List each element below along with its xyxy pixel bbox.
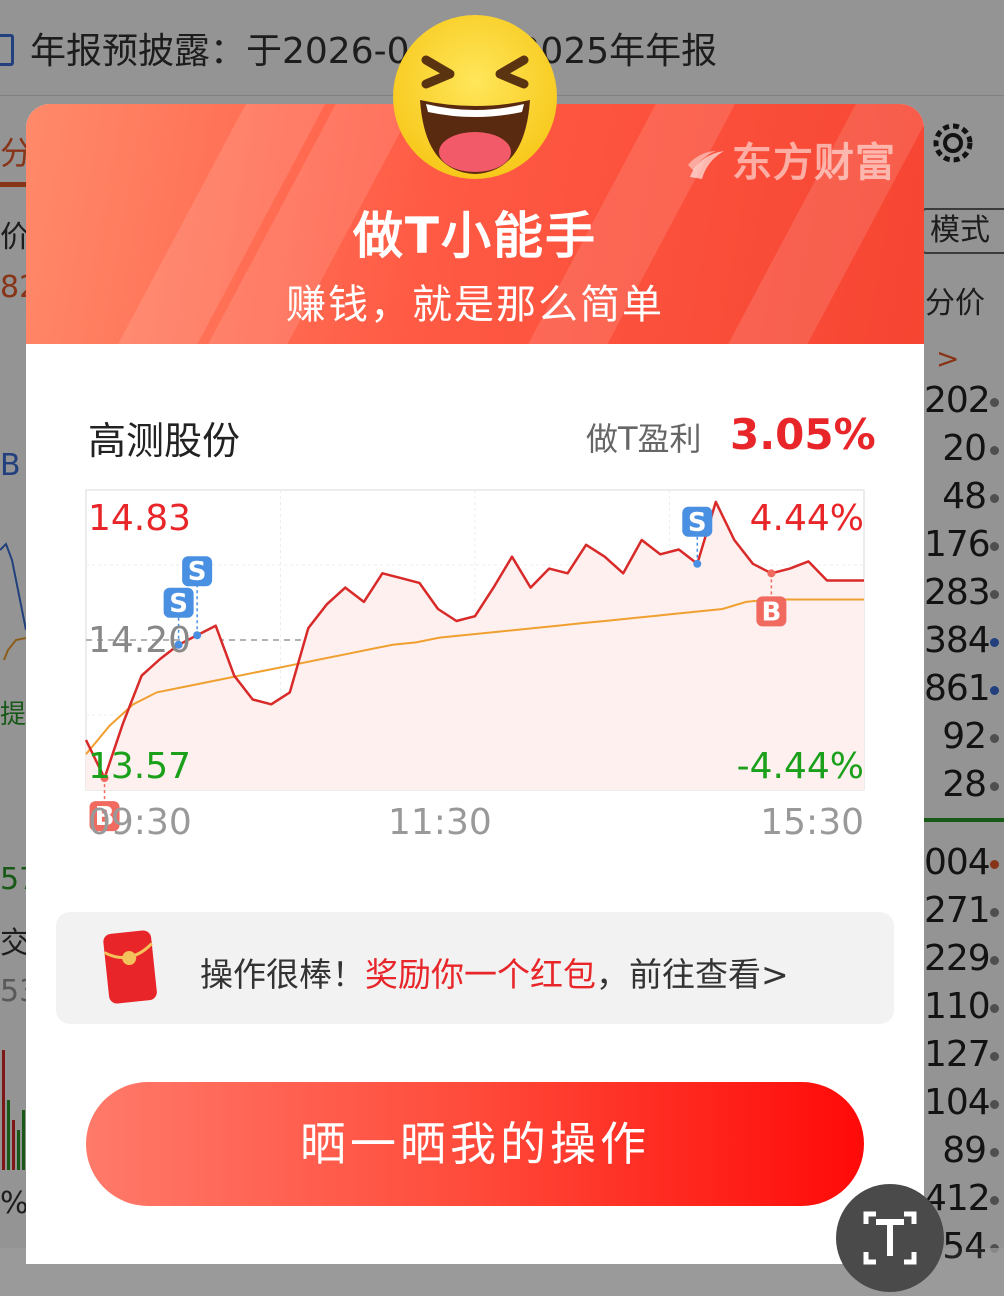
trade-point <box>693 559 702 568</box>
text-scan-icon <box>863 1211 917 1265</box>
redpacket-text-reward: 奖励你一个红包 <box>365 955 596 994</box>
price-mid-label: 14.20 <box>88 620 192 661</box>
t-trade-share-modal: 东方财富 做T小能手 赚钱，就是那么简单 高测股份 做T盈利 3.05% BSS… <box>26 104 924 1264</box>
pct-low-label: -4.44% <box>736 746 864 787</box>
intraday-chart-svg: BSSSB <box>84 489 865 832</box>
brand-name: 东方财富 <box>732 140 896 186</box>
modal-title: 做T小能手 <box>352 207 598 265</box>
pct-high-label: 4.44% <box>749 498 864 539</box>
redpacket-text-link: ，前往查看> <box>596 955 789 994</box>
trade-marker-label: B <box>761 597 781 627</box>
text-recognition-button[interactable] <box>836 1184 944 1292</box>
price-low-label: 13.57 <box>88 746 192 787</box>
profit-label: 做T盈利 <box>586 420 702 458</box>
price-high-label: 14.83 <box>88 498 192 539</box>
redpacket-card[interactable]: 操作很棒！奖励你一个红包，前往查看> <box>56 912 894 1024</box>
redpacket-text[interactable]: 操作很棒！奖励你一个红包，前往查看> <box>200 948 789 996</box>
x-tick-end: 15:30 <box>760 802 864 843</box>
modal-subtitle: 赚钱，就是那么简单 <box>286 282 664 328</box>
trade-marker-label: S <box>688 508 707 538</box>
x-tick-start: 09:30 <box>88 802 192 843</box>
redpacket-text-praise: 操作很棒！ <box>200 955 365 994</box>
intraday-chart: BSSSB 14.83 4.44% 14.20 13.57 -4.44% 09:… <box>84 489 865 843</box>
brand-logo: 东方财富 <box>686 130 896 188</box>
red-envelope-icon <box>103 930 157 1004</box>
laughing-emoji-icon <box>393 15 557 179</box>
x-tick-mid: 11:30 <box>388 802 492 843</box>
trade-marker-label: S <box>169 589 188 619</box>
share-operation-button[interactable]: 晒一晒我的操作 <box>86 1082 864 1206</box>
trade-point <box>193 631 202 640</box>
profit-value: 3.05% <box>730 410 876 459</box>
eastmoney-logo-icon <box>688 151 724 179</box>
trade-marker-label: S <box>188 557 207 587</box>
stock-name: 高测股份 <box>88 419 241 463</box>
trade-point <box>767 569 776 578</box>
